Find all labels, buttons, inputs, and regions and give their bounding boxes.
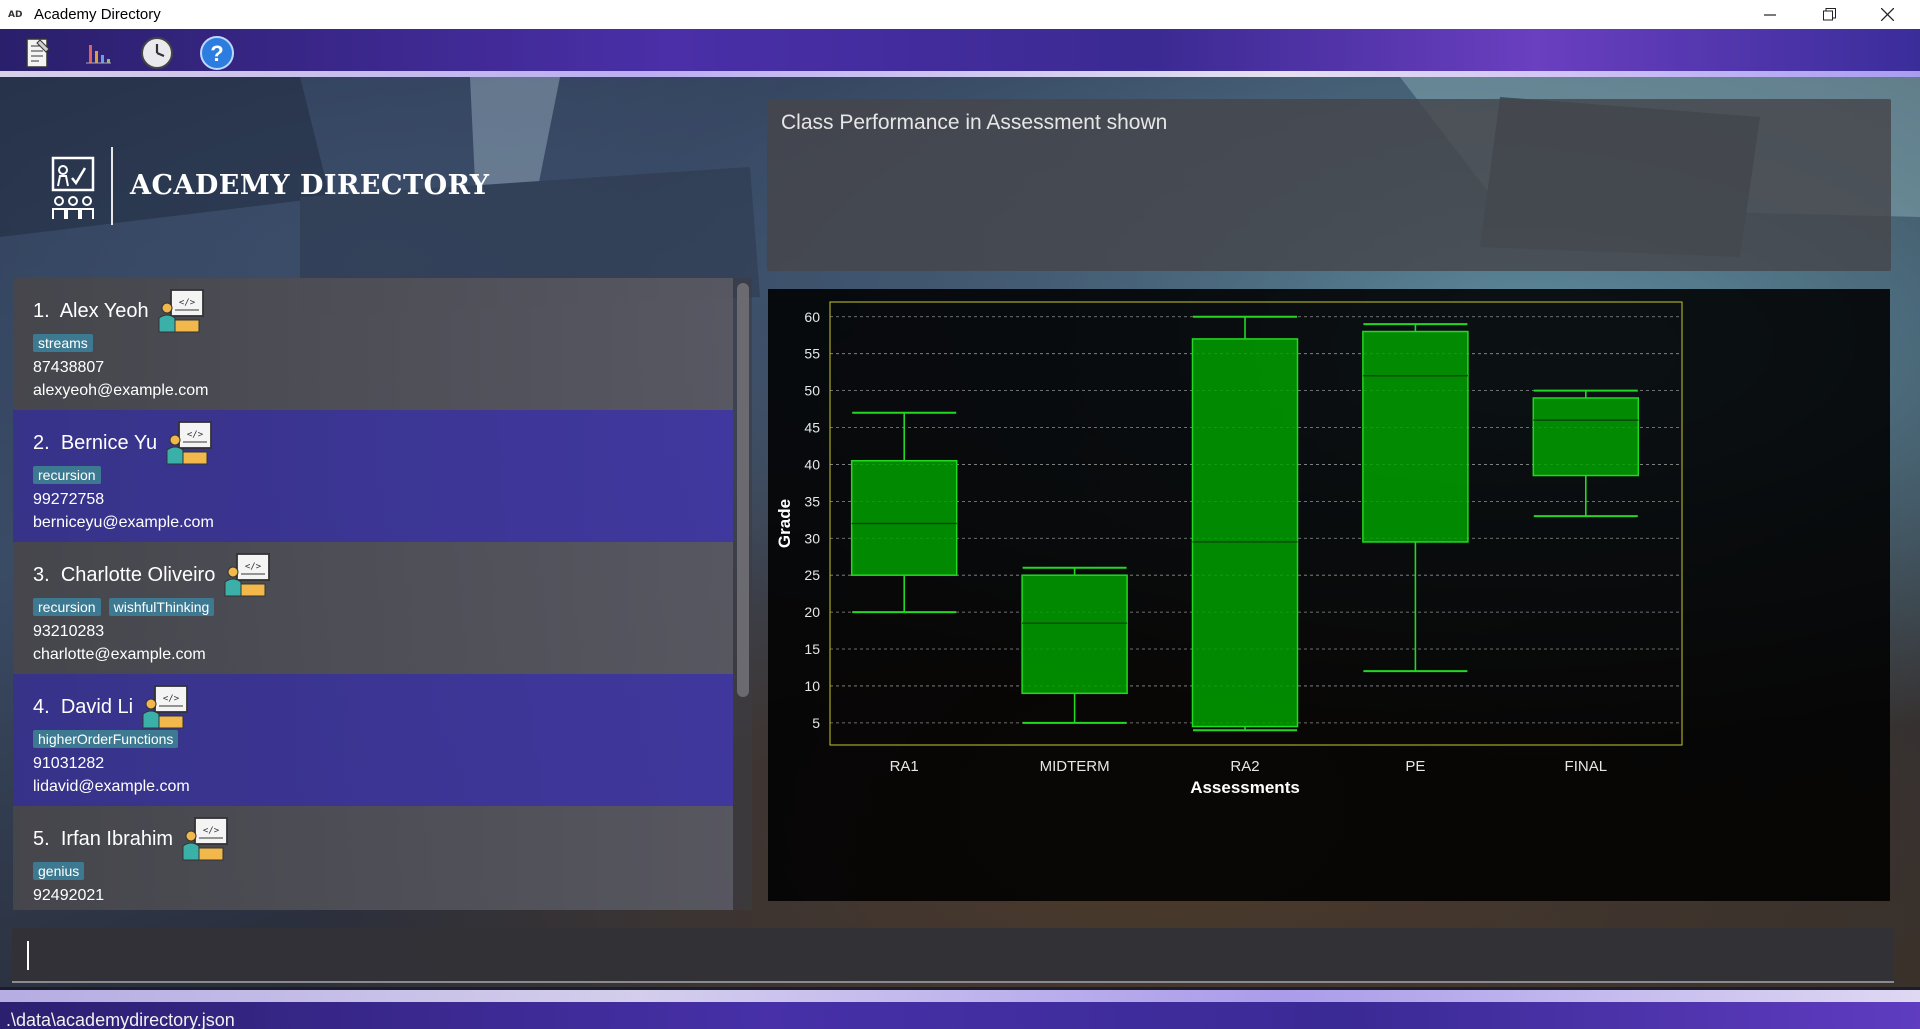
- x-tick-label: MIDTERM: [1040, 758, 1110, 775]
- text-caret: [27, 941, 29, 970]
- tutor-icon: </>: [158, 289, 204, 333]
- student-phone: 99272758: [33, 491, 105, 508]
- tag: genius: [33, 862, 85, 880]
- svg-text:</>: </>: [245, 562, 262, 572]
- student-card[interactable]: 5. Irfan Ibrahim </> genius 92492021: [13, 806, 733, 910]
- x-tick-label: RA2: [1230, 758, 1259, 775]
- x-axis-label: Assessments: [1190, 778, 1300, 797]
- status-bar: [0, 990, 1920, 1029]
- result-display: Class Performance in Assessment shown: [767, 99, 1891, 271]
- svg-text:</>: </>: [179, 298, 196, 308]
- close-icon: [1880, 8, 1894, 21]
- academy-logo-icon: [51, 156, 95, 219]
- result-text: Class Performance in Assessment shown: [781, 111, 1168, 134]
- bar-chart-icon: [86, 45, 111, 64]
- box-ra1: [850, 459, 958, 576]
- y-tick-label: 60: [804, 309, 820, 325]
- svg-text:</>: </>: [203, 826, 220, 836]
- restore-icon: [1822, 8, 1836, 21]
- box-final: [1532, 397, 1640, 477]
- history-button[interactable]: [138, 34, 176, 72]
- student-list[interactable]: 1. Alex Yeoh </> streams 87438807 alexye…: [13, 278, 752, 910]
- tag: recursion: [33, 598, 101, 616]
- student-name: 3. Charlotte Oliveiro: [33, 563, 216, 586]
- student-phone: 87438807: [33, 359, 105, 376]
- y-axis-label: Grade: [775, 499, 794, 548]
- student-card[interactable]: 1. Alex Yeoh </> streams 87438807 alexye…: [13, 278, 733, 410]
- x-tick-label: PE: [1405, 758, 1425, 775]
- status-file-path: .\data\academydirectory.json: [6, 1010, 235, 1029]
- student-phone: 92492021: [33, 887, 105, 904]
- y-tick-label: 25: [804, 567, 820, 583]
- restore-button[interactable]: [1800, 0, 1858, 29]
- student-card[interactable]: 3. Charlotte Oliveiro </> recursion wish…: [13, 542, 733, 674]
- svg-text:</>: </>: [187, 430, 204, 440]
- tutor-icon: </>: [224, 553, 271, 597]
- student-card[interactable]: 4. David Li </> higherOrderFunctions 910…: [13, 674, 733, 806]
- student-email: charlotte@example.com: [33, 646, 206, 663]
- y-tick-label: 50: [804, 383, 820, 399]
- app-icon: AD: [8, 9, 23, 20]
- app-logo-title: ACADEMY DIRECTORY: [130, 170, 490, 201]
- view-notes-icon: [26, 38, 50, 68]
- y-tick-label: 10: [804, 678, 820, 694]
- y-tick-label: 5: [812, 715, 820, 731]
- tag-list: genius: [33, 862, 85, 880]
- window-title: Academy Directory: [34, 6, 161, 23]
- minimize-icon: [1764, 13, 1776, 16]
- student-name: 1. Alex Yeoh: [33, 299, 149, 322]
- logo-divider: [111, 147, 113, 225]
- x-tick-label: FINAL: [1565, 758, 1608, 775]
- svg-text:?: ?: [210, 41, 223, 66]
- box-pe: [1362, 330, 1469, 543]
- title-bar: AD Academy Directory: [0, 0, 1920, 29]
- tag-list: recursion: [33, 466, 101, 484]
- student-name: 4. David Li: [33, 695, 134, 718]
- student-email: lidavid@example.com: [33, 778, 190, 795]
- tag-list: streams: [33, 334, 93, 352]
- command-box[interactable]: [12, 928, 1894, 983]
- y-tick-label: 55: [804, 346, 820, 362]
- student-name: 2. Bernice Yu: [33, 431, 158, 454]
- student-email: alexyeoh@example.com: [33, 382, 209, 399]
- x-tick-label: RA1: [890, 758, 919, 775]
- tag: streams: [33, 334, 93, 352]
- tutor-icon: </>: [182, 817, 228, 861]
- view-notes-button[interactable]: [18, 34, 56, 72]
- box-ra2: [1191, 338, 1299, 728]
- tag: recursion: [33, 466, 101, 484]
- y-tick-label: 45: [804, 420, 820, 436]
- help-button[interactable]: ?: [198, 34, 236, 72]
- svg-text:</>: </>: [163, 694, 180, 704]
- tutor-icon: </>: [166, 421, 213, 465]
- y-tick-label: 40: [804, 456, 820, 472]
- history-clock-icon: [141, 37, 173, 69]
- tutor-icon: </>: [142, 685, 188, 729]
- tag-list: recursion wishfulThinking: [33, 598, 215, 616]
- tag-list: higherOrderFunctions: [33, 730, 179, 748]
- y-tick-label: 15: [804, 641, 820, 657]
- help-question-icon: ?: [200, 36, 234, 70]
- toolbar: ?: [0, 29, 1920, 77]
- y-tick-label: 35: [804, 493, 820, 509]
- tag: higherOrderFunctions: [33, 730, 179, 748]
- student-list-scrollbar[interactable]: [737, 283, 749, 697]
- student-name: 5. Irfan Ibrahim: [33, 827, 174, 850]
- y-tick-label: 20: [804, 604, 820, 620]
- student-email: berniceyu@example.com: [33, 514, 214, 531]
- student-card[interactable]: 2. Bernice Yu </> recursion 99272758 ber…: [13, 410, 733, 542]
- close-button[interactable]: [1858, 0, 1916, 29]
- chart-panel: 5 10 15 20 25 30 35 40 45 50 55 60 RA1 MIDTERM RA2 PE FI…: [768, 289, 1890, 901]
- view-chart-button[interactable]: [78, 34, 116, 72]
- student-phone: 93210283: [33, 623, 105, 640]
- box-plot-chart: 5 10 15 20 25 30 35 40 45 50 55 60 RA1 MIDTERM RA2 PE FI…: [775, 301, 1683, 797]
- tag: wishfulThinking: [108, 598, 215, 616]
- student-phone: 91031282: [33, 755, 105, 772]
- y-tick-label: 30: [804, 530, 820, 546]
- minimize-button[interactable]: [1741, 0, 1799, 29]
- box-midterm: [1021, 574, 1128, 695]
